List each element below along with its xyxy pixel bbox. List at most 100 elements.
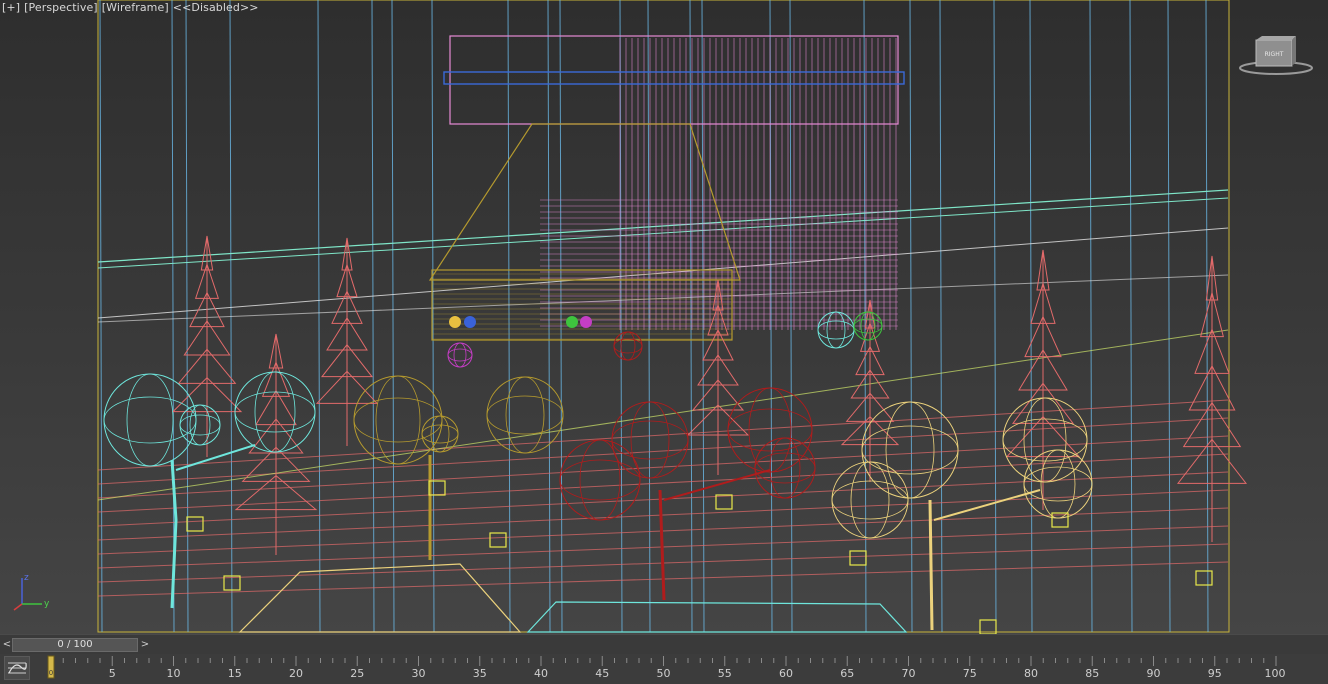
gold-frame — [428, 123, 741, 281]
purple-object — [447, 348, 473, 362]
axis-y-label: y — [44, 599, 50, 609]
yellow-tree-canopy — [1023, 397, 1067, 483]
timeline-tick-label: 70 — [902, 667, 916, 680]
yellow-tree-canopy — [1023, 466, 1093, 502]
light-guide-line — [1167, 0, 1171, 633]
rail-line — [97, 227, 1229, 319]
yellow-tree-canopy — [885, 401, 935, 499]
timeline-tick-label: 5 — [109, 667, 116, 680]
red-tree-canopy — [630, 401, 670, 479]
light-guide-line — [909, 0, 913, 633]
light-guide-line — [185, 0, 189, 633]
light-guide-line — [789, 0, 793, 633]
yellow-tree-canopy — [861, 425, 959, 475]
gold-tree-canopy — [505, 376, 545, 454]
timeline-tick-label: 60 — [779, 667, 793, 680]
gold-light — [464, 316, 476, 328]
viewport-menu-plus[interactable]: [+] — [2, 1, 20, 14]
purple-object — [447, 342, 473, 368]
timeline-ruler[interactable]: 5 10 15 20 25 30 35 40 45 50 55 60 65 70 75 80 85 90 95 100… — [44, 654, 1328, 684]
red-tree-canopy — [754, 452, 816, 484]
timeline-tick-label: 90 — [1147, 667, 1161, 680]
cyan-tree-canopy — [234, 371, 316, 453]
light-guide-line — [559, 0, 563, 633]
timeline-tick-label: 50 — [657, 667, 671, 680]
timeline-tick-label: 65 — [840, 667, 854, 680]
helper-box — [715, 494, 733, 510]
track-bar[interactable]: 5 10 15 20 25 30 35 40 45 50 55 60 65 70 75 80 85 90 95 100… — [0, 654, 1328, 684]
cyan-tree-canopy — [126, 373, 174, 467]
purple-object — [453, 342, 467, 368]
axis-tripod-icon: z y — [13, 573, 50, 611]
light-guide-line — [1029, 0, 1033, 633]
light-guide-line — [939, 0, 943, 633]
safe-frame — [97, 0, 1230, 633]
red-tree-trunk — [658, 489, 666, 601]
cyan-tree-trunk — [170, 459, 178, 609]
light-guide-line — [99, 0, 103, 633]
gold-light — [449, 316, 461, 328]
rail-line — [97, 189, 1229, 263]
time-slider-thumb[interactable]: 0 / 100 — [12, 638, 138, 652]
red-tree-canopy — [611, 420, 689, 460]
gold-light — [580, 316, 592, 328]
light-guide-line — [547, 0, 551, 633]
rail-line — [97, 197, 1229, 269]
timeline-tick-label: 35 — [473, 667, 487, 680]
timeline-tick-label: 85 — [1085, 667, 1099, 680]
timeline-tick-label: 55 — [718, 667, 732, 680]
bottom-wire-shape — [526, 601, 908, 633]
gold-tree-canopy — [486, 395, 564, 435]
cyan-tree-canopy — [234, 391, 316, 433]
viewcube-face-label: RIGHT — [1265, 51, 1284, 58]
red-tree-canopy — [611, 401, 689, 479]
viewcube-icon[interactable]: RIGHT — [1238, 34, 1314, 78]
light-guide-line — [993, 0, 997, 633]
mini-curve-editor-button[interactable] — [4, 656, 30, 680]
light-guide-line — [1089, 0, 1093, 633]
helper-box — [186, 516, 204, 532]
time-slider-bar[interactable]: < 0 / 100 > — [0, 634, 1328, 654]
viewport-pov-label[interactable]: [Perspective] — [24, 1, 98, 14]
timeline-tick-label: 100 — [1265, 667, 1286, 680]
red-tree-canopy — [559, 439, 641, 521]
timeline-tick-label: 15 — [228, 667, 242, 680]
yellow-tree-canopy — [861, 401, 959, 499]
ground-line — [97, 399, 1229, 471]
timeline-tick-label: 95 — [1208, 667, 1222, 680]
viewport-disabled-label[interactable]: <<Disabled>> — [173, 1, 259, 14]
red-tree-canopy — [754, 437, 816, 499]
timeline-tick-label: 25 — [350, 667, 364, 680]
rail-line — [97, 274, 1229, 323]
perspective-viewport[interactable]: [+] [Perspective] [Wireframe] <<Disabled>> … — [0, 0, 1328, 634]
timeline-tick-label: 45 — [595, 667, 609, 680]
helper-box — [849, 550, 867, 566]
gold-tree-canopy — [486, 376, 564, 454]
timeline-tick-label: 30 — [412, 667, 426, 680]
light-guide-line — [391, 0, 395, 633]
axis-z-label: z — [24, 573, 29, 583]
mini-curve-editor-icon — [8, 662, 27, 674]
red-object — [613, 338, 643, 354]
timeline-tick-label: 80 — [1024, 667, 1038, 680]
current-frame-label: 0 — [49, 669, 53, 677]
timeline-tick-label: 10 — [167, 667, 181, 680]
red-tree-canopy — [748, 387, 792, 473]
ground-line — [97, 329, 1229, 501]
red-object — [620, 331, 636, 361]
yellow-tree-canopy — [831, 480, 909, 520]
light-guide-line — [371, 0, 375, 633]
next-frame-button[interactable]: > — [138, 638, 152, 652]
cyan-tree-canopy — [179, 414, 221, 436]
timeline-tick-label: 75 — [963, 667, 977, 680]
viewport-shading-label[interactable]: [Wireframe] — [102, 1, 169, 14]
helper-box — [489, 532, 507, 548]
red-tree-canopy — [769, 437, 801, 499]
light-guide-line — [317, 0, 321, 633]
helper-box — [1195, 570, 1213, 586]
red-tree-canopy — [559, 459, 641, 501]
viewport-label-bar[interactable]: [+] [Perspective] [Wireframe] <<Disabled>> — [2, 1, 263, 14]
bottom-wire-shape — [238, 563, 522, 633]
gold-tree-canopy — [375, 375, 421, 465]
light-guide-line — [1129, 0, 1133, 633]
